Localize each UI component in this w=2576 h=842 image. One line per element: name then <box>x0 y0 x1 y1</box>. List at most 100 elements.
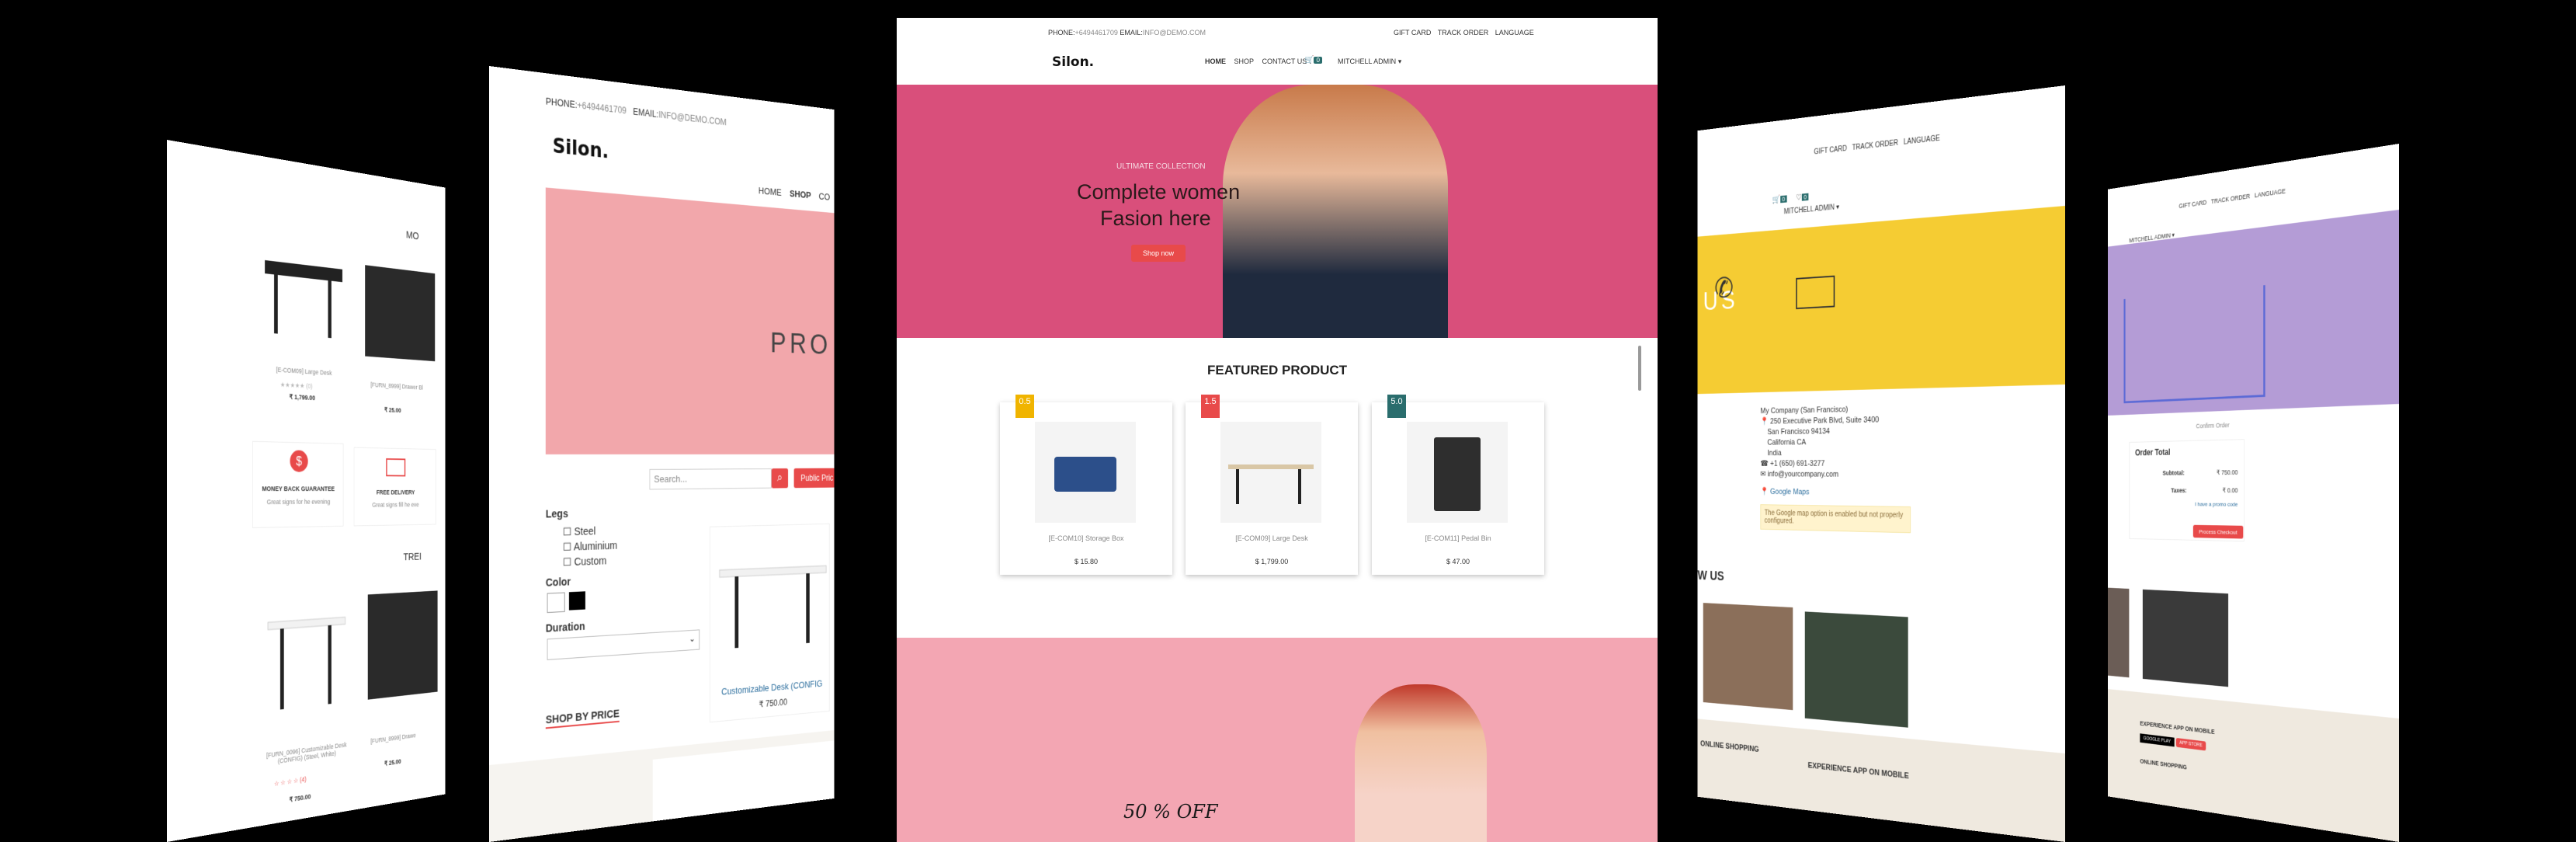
gift-card-link[interactable]: GIFT CARD <box>2178 199 2206 210</box>
desk-icon <box>262 596 351 719</box>
hero-eyebrow: ULTIMATE COLLECTION <box>1116 162 1206 171</box>
phone-value: +6494461709 <box>577 99 626 116</box>
user-menu[interactable]: MITCHELL ADMIN ▾ <box>1784 204 1839 217</box>
product-name[interactable]: [E-COM09] Large Desk <box>1186 534 1358 542</box>
app-store-button[interactable]: APP STORE <box>2176 738 2206 751</box>
app-heading: EXPERIENCE APP ON MOBILE <box>2140 720 2214 736</box>
product-image[interactable] <box>262 596 351 719</box>
search-input[interactable]: Search... <box>650 468 772 489</box>
cart-count: 0 <box>1780 195 1786 203</box>
product-card[interactable]: Customizable Desk (CONFIG ₹ 750.00 <box>710 524 830 722</box>
pricelist-button[interactable]: Public Pric <box>794 468 835 489</box>
online-shopping-heading: ONLINE SHOPPING <box>1700 739 1759 753</box>
promo-code-link[interactable]: I have a promo code <box>2195 501 2238 508</box>
track-order-link[interactable]: TRACK ORDER <box>1438 29 1489 37</box>
topbar: PHONE:+6494461709 EMAIL:INFO@DEMO.COM <box>1048 29 1206 37</box>
process-checkout-button[interactable]: Process Checkout <box>2193 525 2243 539</box>
top-links: GIFT CARD TRACK ORDER LANGUAGE <box>1814 134 1939 156</box>
language-link[interactable]: LANGUAGE <box>2255 187 2286 199</box>
contact-address: My Company (San Francisco) 📍 250 Executi… <box>1760 404 1879 481</box>
hero-banner: ULTIMATE COLLECTION Complete women Fasio… <box>897 85 1658 338</box>
language-link[interactable]: LANGUAGE <box>1904 134 1940 147</box>
google-maps-link[interactable]: 📍 Google Maps <box>1760 487 1809 496</box>
nav-shop[interactable]: SHOP <box>1234 57 1255 65</box>
search-icon: ⌕ <box>777 472 783 485</box>
main-nav: HOME SHOP CO <box>759 185 830 202</box>
feature-title: FREE DELIVERY <box>354 489 435 496</box>
product-price: $ 47.00 <box>1372 558 1544 565</box>
product-card[interactable]: 1.5 [E-COM09] Large Desk $ 1,799.00 <box>1186 402 1358 575</box>
promo-model-image <box>1355 684 1487 842</box>
duration-select[interactable]: ⌄ <box>547 629 700 660</box>
legs-option[interactable]: ☐ Steel <box>563 523 617 539</box>
rating-count: (4) <box>300 775 306 784</box>
photo-tile[interactable] <box>2143 590 2228 687</box>
product-card[interactable]: 0.5 [E-COM10] Storage Box $ 15.80 <box>1000 402 1172 575</box>
product-name[interactable]: Customizable Desk (CONFIG <box>721 678 822 698</box>
color-swatch-black[interactable] <box>569 591 585 610</box>
checkout-step: Confirm Order <box>2196 422 2230 430</box>
cart-icon[interactable]: 🛒 0 <box>1304 56 1322 64</box>
legs-option[interactable]: ☐ Custom <box>563 552 617 569</box>
nav-home[interactable]: HOME <box>759 185 782 197</box>
logo[interactable]: Silon. <box>1052 54 1094 70</box>
feature-desc: Great signs fill he eve <box>354 501 435 509</box>
color-swatch-white[interactable] <box>547 592 565 613</box>
taxes-label: Taxes: <box>2171 487 2186 494</box>
gift-card-link[interactable]: GIFT CARD <box>1814 144 1846 156</box>
product-image[interactable] <box>365 265 435 361</box>
subtotal-value: ₹ 750.00 <box>2217 468 2238 476</box>
section-heading: TREI <box>404 551 422 563</box>
envelope-icon <box>1796 276 1835 309</box>
desk-icon <box>710 524 829 672</box>
product-name[interactable]: [E-COM11] Pedal Bin <box>1372 534 1544 542</box>
feature-title: MONEY BACK GUARANTEE <box>253 485 343 492</box>
photo-tile[interactable] <box>2108 588 2129 678</box>
maps-warning: The Google map option is enabled but not… <box>1760 504 1911 533</box>
product-name[interactable]: [FURN_0096] Customizable Desk (CONFIG) (… <box>262 740 351 767</box>
product-name[interactable]: [E-COM09] Large Desk <box>265 365 342 378</box>
user-menu[interactable]: MITCHELL ADMIN ▾ <box>1338 57 1401 66</box>
filter-duration-title: Duration <box>546 620 585 635</box>
money-icon: $ <box>290 450 307 471</box>
photo-tile[interactable] <box>1805 611 1908 727</box>
track-order-link[interactable]: TRACK ORDER <box>2211 193 2250 205</box>
product-name[interactable]: [FURN_8999] Drawe <box>370 732 415 745</box>
app-heading: EXPERIENCE APP ON MOBILE <box>1808 761 1909 781</box>
email-line[interactable]: ✉ info@yourcompany.com <box>1760 469 1879 480</box>
nav-home[interactable]: HOME <box>1205 57 1226 65</box>
product-card[interactable]: 5.0 [E-COM11] Pedal Bin $ 47.00 <box>1372 402 1544 575</box>
scrollbar[interactable] <box>1638 346 1641 391</box>
language-link[interactable]: LANGUAGE <box>1495 29 1534 37</box>
nav-contact[interactable]: CONTACT US <box>1262 57 1307 65</box>
shopping-cart-icon <box>2123 285 2265 403</box>
gift-card-link[interactable]: GIFT CARD <box>1394 29 1431 37</box>
photo-tile[interactable] <box>1703 603 1793 710</box>
hero-banner: PRO <box>546 187 835 454</box>
google-play-button[interactable]: GOOGLE PLAY <box>2140 733 2174 746</box>
rating-count: (0) <box>306 382 312 390</box>
wishlist-icon[interactable]: ♡ 0 <box>1796 192 1808 202</box>
cart-icon[interactable]: 🛒 0 <box>1772 194 1787 205</box>
logo[interactable]: Silon. <box>553 135 609 163</box>
product-rating: ☆ ☆ ☆ ☆ (4) <box>274 775 307 788</box>
email-label: EMAIL: <box>633 106 658 120</box>
user-name: MITCHELL ADMIN <box>1784 204 1835 216</box>
footer: EXPERIENCE APP ON MOBILE GOOGLE PLAY APP… <box>2108 689 2399 842</box>
product-name[interactable]: [FURN_8999] Drawer Bl <box>370 381 422 391</box>
search-button[interactable]: ⌕ <box>772 468 788 489</box>
product-image[interactable] <box>259 245 348 355</box>
order-total-title: Order Total <box>2135 447 2170 458</box>
product-price: ₹ 1,799.00 <box>290 393 315 402</box>
shop-now-button[interactable]: Shop now <box>1131 245 1186 262</box>
track-order-link[interactable]: TRACK ORDER <box>1852 139 1897 152</box>
nav-contact[interactable]: CO <box>819 191 830 203</box>
legs-option[interactable]: ☐ Aluminium <box>563 538 617 555</box>
email: info@yourcompany.com <box>1768 470 1839 478</box>
filter-color-title: Color <box>546 576 571 589</box>
truck-icon <box>386 458 405 476</box>
nav-shop[interactable]: SHOP <box>790 188 811 200</box>
product-name[interactable]: [E-COM10] Storage Box <box>1000 534 1172 542</box>
hero-model-image <box>1223 85 1448 338</box>
product-image[interactable] <box>368 590 438 699</box>
